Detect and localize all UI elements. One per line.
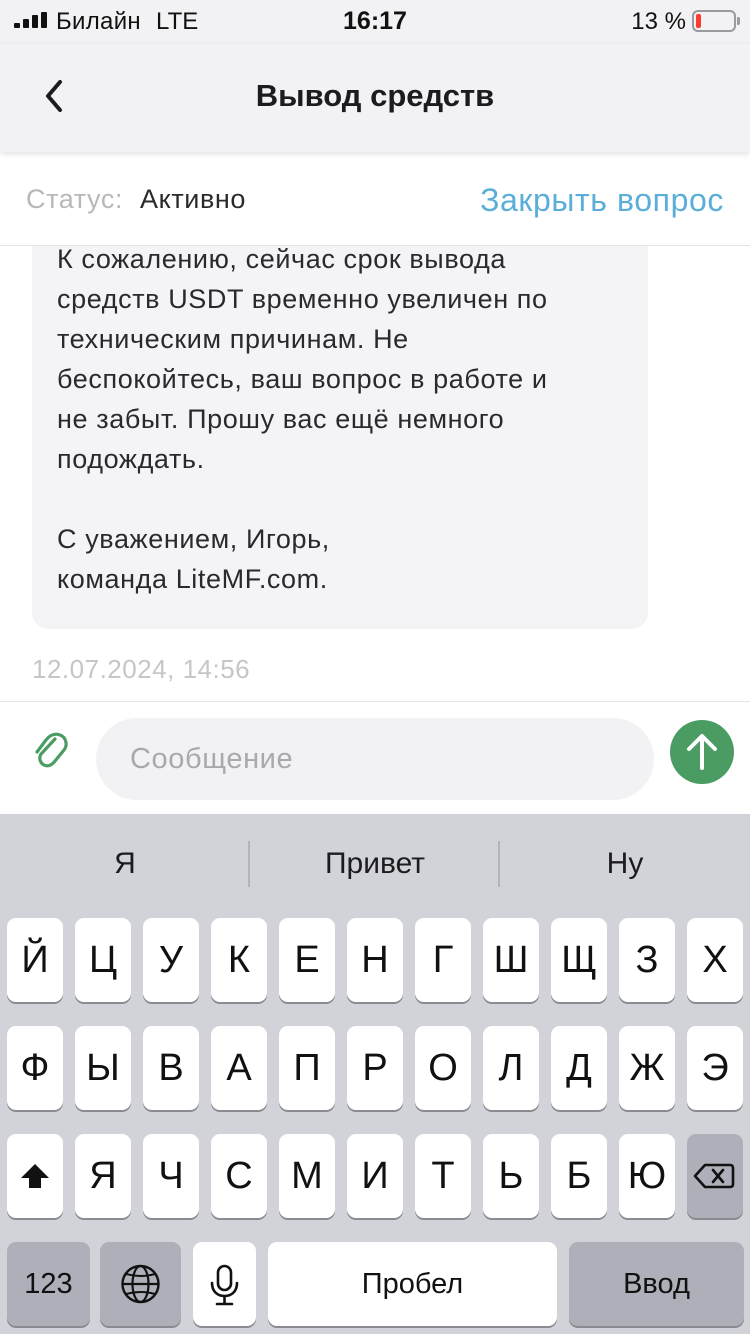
nav-bar: Вывод средств <box>0 44 750 152</box>
status-label: Статус: <box>26 184 124 214</box>
key[interactable]: Н <box>347 918 403 1002</box>
key[interactable]: В <box>143 1026 199 1110</box>
key[interactable]: Р <box>347 1026 403 1110</box>
microphone-icon <box>210 1264 239 1306</box>
arrow-up-icon <box>687 734 717 770</box>
battery-icon <box>692 10 740 32</box>
message-composer <box>0 701 750 814</box>
chat-area[interactable]: К сожалению, сейчас срок вывода средств … <box>0 246 750 701</box>
key[interactable]: Л <box>483 1026 539 1110</box>
key[interactable]: П <box>279 1026 335 1110</box>
message-timestamp: 12.07.2024, 14:56 <box>32 654 251 684</box>
message-line: средств USDT временно увеличен по <box>57 284 548 314</box>
send-button[interactable] <box>670 720 734 784</box>
key[interactable]: Ж <box>619 1026 675 1110</box>
key[interactable]: Э <box>687 1026 743 1110</box>
microphone-key[interactable] <box>193 1242 256 1326</box>
key[interactable]: И <box>347 1134 403 1218</box>
key[interactable]: Х <box>687 918 743 1002</box>
backspace-icon <box>693 1163 735 1189</box>
message-line: К сожалению, сейчас срок вывода <box>57 246 506 274</box>
backspace-key[interactable] <box>687 1134 743 1218</box>
ticket-status-row: Статус: Активно Закрыть вопрос <box>0 152 750 246</box>
key[interactable]: Я <box>75 1134 131 1218</box>
message-bubble: К сожалению, сейчас срок вывода средств … <box>32 246 648 629</box>
key[interactable]: А <box>211 1026 267 1110</box>
numbers-key[interactable]: 123 <box>7 1242 90 1326</box>
status-value: Активно <box>140 184 247 214</box>
key[interactable]: Ц <box>75 918 131 1002</box>
globe-icon <box>121 1264 160 1304</box>
key[interactable]: Й <box>7 918 63 1002</box>
key[interactable]: М <box>279 1134 335 1218</box>
key[interactable]: Б <box>551 1134 607 1218</box>
key[interactable]: З <box>619 918 675 1002</box>
message-line: беспокойтесь, ваш вопрос в работе и <box>57 364 548 394</box>
message-input[interactable] <box>96 718 654 800</box>
message-line: не забыт. Прошу вас ещё немного <box>57 404 505 434</box>
shift-icon <box>21 1164 49 1188</box>
key[interactable]: У <box>143 918 199 1002</box>
key[interactable]: Ь <box>483 1134 539 1218</box>
key[interactable]: С <box>211 1134 267 1218</box>
key[interactable]: Ч <box>143 1134 199 1218</box>
key[interactable]: Ф <box>7 1026 63 1110</box>
key[interactable]: О <box>415 1026 471 1110</box>
close-question-button[interactable]: Закрыть вопрос <box>480 182 724 219</box>
suggestion-3[interactable]: Ну <box>500 814 750 914</box>
space-key[interactable]: Пробел <box>268 1242 557 1326</box>
key[interactable]: Д <box>551 1026 607 1110</box>
key[interactable]: Ш <box>483 918 539 1002</box>
keyboard: Я Привет Ну Й Ц У К Е Н Г Ш Щ З Х Ф Ы В … <box>0 814 750 1334</box>
battery-percent: 13 % <box>631 8 686 35</box>
return-key[interactable]: Ввод <box>569 1242 744 1326</box>
shift-key[interactable] <box>7 1134 63 1218</box>
key[interactable]: Г <box>415 918 471 1002</box>
key[interactable]: Ы <box>75 1026 131 1110</box>
key[interactable]: Щ <box>551 918 607 1002</box>
key[interactable]: Ю <box>619 1134 675 1218</box>
key[interactable]: К <box>211 918 267 1002</box>
status-bar: Билайн LTE 16:17 13 % <box>0 0 750 44</box>
paperclip-icon <box>35 732 68 768</box>
suggestion-1[interactable]: Я <box>0 814 250 914</box>
battery-level-fill <box>696 14 701 28</box>
globe-key[interactable] <box>100 1242 181 1326</box>
page-title: Вывод средств <box>255 78 495 113</box>
key[interactable]: Т <box>415 1134 471 1218</box>
message-line: команда LiteMF.com. <box>57 564 328 594</box>
message-line: подождать. <box>57 444 205 474</box>
message-line: С уважением, Игорь, <box>57 524 330 554</box>
key[interactable]: Е <box>279 918 335 1002</box>
suggestion-2[interactable]: Привет <box>250 814 500 914</box>
attach-button[interactable] <box>28 726 70 774</box>
message-line: техническим причинам. Не <box>57 324 409 354</box>
